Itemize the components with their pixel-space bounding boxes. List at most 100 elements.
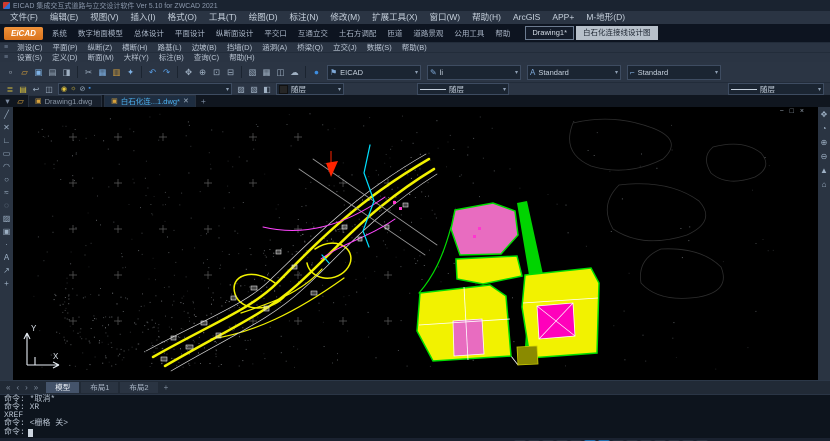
preview-icon[interactable]: ◨ (60, 65, 73, 79)
canvas-background[interactable] (13, 107, 818, 375)
layer-dropdown[interactable]: ◉☼⊘▪ ▾ (58, 83, 232, 95)
layer-properties-icon[interactable]: ≣ (4, 84, 16, 95)
toolbar-icon[interactable] (241, 66, 242, 78)
eicad-menu-item[interactable]: 公用工具 (454, 28, 484, 39)
lineweight-dropdown[interactable]: 随层 ▾ (728, 83, 824, 95)
menu-item[interactable]: 扩展工具(X) (366, 11, 423, 24)
polyline-icon[interactable]: ∟ (1, 135, 12, 147)
menu-item[interactable]: 窗口(W) (423, 11, 466, 24)
sub-menu-item[interactable]: 路基(L) (153, 43, 187, 52)
menu-item[interactable]: 编辑(E) (44, 11, 84, 24)
linetype-dropdown[interactable]: 随层 ▾ (417, 83, 509, 95)
toolbar-icon[interactable] (177, 66, 178, 78)
match-properties-icon[interactable]: ✦ (124, 65, 137, 79)
sub-menu-item[interactable]: 大样(Y) (119, 53, 154, 62)
cut-icon[interactable]: ✂ (82, 65, 95, 79)
redo-icon[interactable]: ↷ (160, 65, 173, 79)
document-tab[interactable]: ▣ 白石化连...1.dwg* ✕ (104, 95, 196, 107)
eicad-menu-item[interactable]: 匝道 (387, 28, 402, 39)
sub-menu-item[interactable]: 涵洞(A) (257, 43, 292, 52)
dim-style-dropdown[interactable]: ⌐ Standard ▾ (627, 65, 721, 80)
new-tab-icon[interactable]: + (198, 96, 209, 107)
eicad-menu-item[interactable]: 平交口 (264, 28, 287, 39)
eicad-menu-item[interactable]: 平面设计 (175, 28, 205, 39)
rectangle-icon[interactable]: ▭ (1, 148, 12, 160)
home-view-icon[interactable]: ⌂ (819, 179, 830, 191)
sub-menu-item[interactable]: 标注(B) (154, 53, 189, 62)
parcel-pink-north[interactable] (451, 203, 518, 255)
menu-item[interactable]: 文件(F) (4, 11, 44, 24)
eicad-menu-item[interactable]: 纵断面设计 (216, 28, 254, 39)
eicad-doc-tab[interactable]: 白石化连接线设计图 (576, 26, 658, 40)
doc-restore-button[interactable]: □ (790, 107, 794, 116)
layer-walk-icon[interactable]: ▧ (248, 84, 260, 95)
new-layout-icon[interactable]: + (160, 383, 173, 392)
sub-menu-item[interactable]: 帮助(B) (397, 43, 432, 52)
menu-item[interactable]: 绘图(D) (243, 11, 284, 24)
make-object-layer-icon[interactable]: ▨ (235, 84, 247, 95)
sub-menu-item[interactable]: 立交(J) (328, 43, 362, 52)
layer-isolate-icon[interactable]: ◫ (43, 84, 55, 95)
drawing-canvas[interactable]: YX (13, 107, 818, 375)
layer-match-icon[interactable]: ◧ (261, 84, 273, 95)
text-style-dropdown[interactable]: A Standard ▾ (527, 65, 621, 80)
text-icon[interactable]: A (1, 252, 12, 264)
spline-icon[interactable]: ≈ (1, 187, 12, 199)
layer-previous-icon[interactable]: ↩ (30, 84, 42, 95)
menu-item[interactable]: 视图(V) (84, 11, 124, 24)
eicad-doc-tab[interactable]: Drawing1* (525, 26, 574, 40)
parcel-olive-south[interactable] (517, 346, 538, 365)
table-icon[interactable]: ▦ (260, 65, 273, 79)
color-dropdown[interactable]: 随层 ▾ (276, 83, 344, 95)
toolbar-icon[interactable] (305, 66, 306, 78)
sub-menu-item[interactable]: 测设(C) (12, 43, 47, 52)
sub-menu-item[interactable]: 帮助(H) (224, 53, 259, 62)
sub-menu-item[interactable]: 数据(S) (362, 43, 397, 52)
menu-item[interactable]: 格式(O) (162, 11, 203, 24)
eicad-menu-item[interactable]: 互通立交 (298, 28, 328, 39)
menu-item[interactable]: 标注(N) (284, 11, 325, 24)
menu-item[interactable]: 插入(I) (125, 11, 162, 24)
pan-icon[interactable]: ✥ (182, 65, 195, 79)
layout-tab[interactable]: 布局1 (81, 382, 118, 393)
copy-icon[interactable]: ▦ (96, 65, 109, 79)
sub-menu-item[interactable]: 定义(D) (47, 53, 82, 62)
hatch-icon[interactable]: ▨ (1, 213, 12, 225)
leader-icon[interactable]: ↗ (1, 265, 12, 277)
plus-icon[interactable]: + (1, 278, 12, 290)
view-icon[interactable]: ◫ (274, 65, 287, 79)
open-folder-icon[interactable]: ▱ (15, 96, 26, 107)
eicad-menu-item[interactable]: 土石方调配 (339, 28, 377, 39)
paste-icon[interactable]: ▥ (110, 65, 123, 79)
save-icon[interactable]: ▣ (32, 65, 45, 79)
eicad-menu-item[interactable]: 数字地面模型 (78, 28, 123, 39)
sub-menu-item[interactable]: 纵断(Z) (83, 43, 118, 52)
new-file-icon[interactable]: ▫ (4, 65, 17, 79)
cloud-icon[interactable]: ☁ (288, 65, 301, 79)
parcel-pink-west[interactable] (453, 319, 484, 356)
zoom-out-icon[interactable]: ⊖ (819, 151, 830, 163)
sub-menu-item[interactable]: 桥梁(Q) (292, 43, 328, 52)
doc-minimize-button[interactable]: − (780, 107, 784, 116)
eicad-menu-item[interactable]: 道路景观 (413, 28, 443, 39)
render-sphere-icon[interactable]: ● (310, 65, 323, 79)
block-icon[interactable]: ▣ (1, 226, 12, 238)
circle-icon[interactable]: ○ (1, 174, 12, 186)
eicad-menu-item[interactable]: 系统 (52, 28, 67, 39)
tab-nav-icon[interactable]: « (4, 383, 12, 392)
zoom-in-icon[interactable]: ⊕ (819, 137, 830, 149)
sub-menu-item[interactable]: 设置(S) (12, 53, 47, 62)
menu-item[interactable]: ArcGIS (507, 11, 546, 24)
toolbar-icon[interactable] (141, 66, 142, 78)
orbit-icon[interactable]: ◔ (819, 123, 830, 135)
layout-tab[interactable]: 布局2 (120, 382, 157, 393)
sub-menu-item[interactable]: 查询(C) (189, 53, 224, 62)
pan-hand-icon[interactable]: ✥ (819, 109, 830, 121)
menu-item[interactable]: APP+ (546, 11, 580, 24)
open-folder-icon[interactable]: ▱ (18, 65, 31, 79)
sub-menu-item[interactable]: 边坡(B) (187, 43, 222, 52)
zoom-window-icon[interactable]: ⊡ (210, 65, 223, 79)
zoom-previous-icon[interactable]: ⊟ (224, 65, 237, 79)
menu-item[interactable]: 工具(T) (203, 11, 243, 24)
zoom-realtime-icon[interactable]: ⊕ (196, 65, 209, 79)
